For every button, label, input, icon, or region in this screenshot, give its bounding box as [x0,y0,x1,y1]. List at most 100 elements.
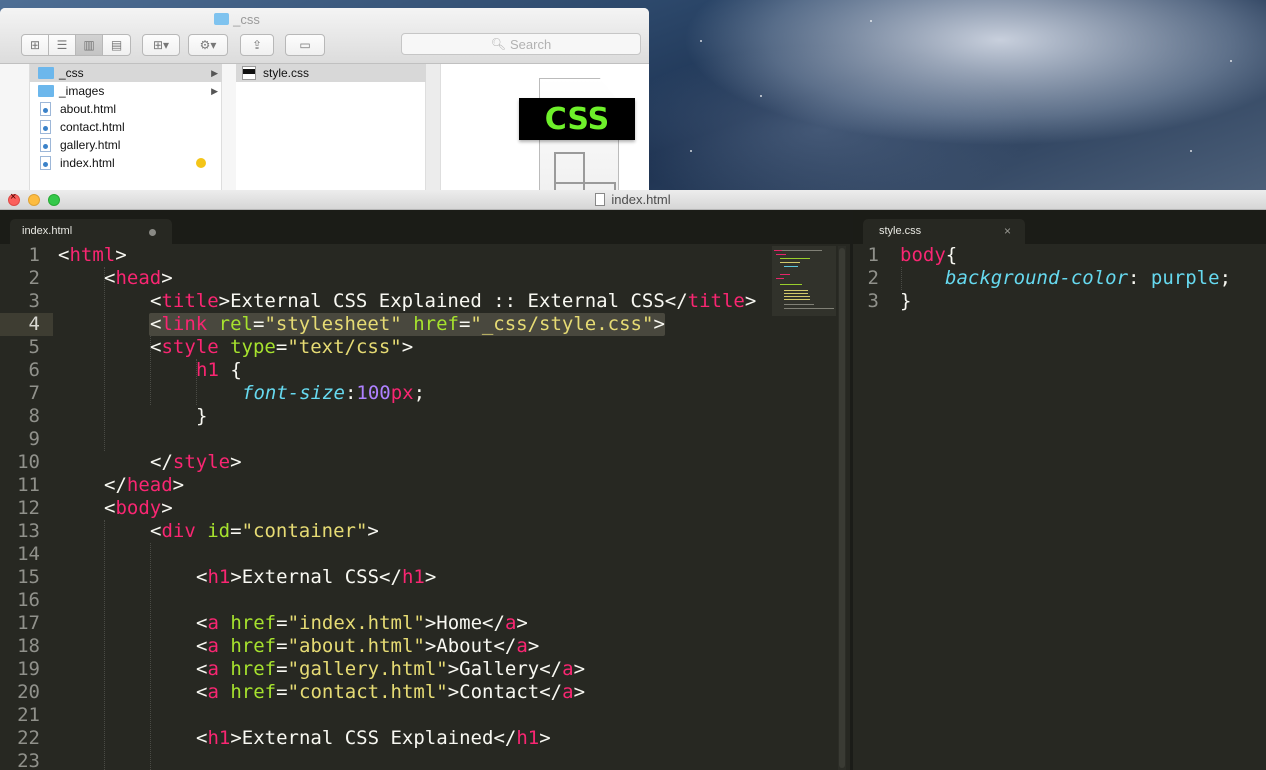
code-line-19: <a href="gallery.html">Gallery</a> [196,658,586,680]
finder-item-css-folder[interactable]: _css ▶ [30,64,222,82]
line-number: 8 [28,405,40,427]
search-placeholder: Search [510,36,552,52]
html-file-icon [40,156,51,170]
code-line-8: } [196,405,208,427]
line-number: 20 [17,681,40,703]
line-number: 23 [17,750,40,770]
action-button[interactable]: ⚙▾ [188,34,228,56]
code-line-15: <h1>External CSS</h1> [196,566,437,588]
tab-bar-left: index.html [0,210,850,245]
code-line-10: </style> [150,451,242,473]
line-number: 18 [17,635,40,657]
code-line-1: <html> [58,244,127,266]
tab-bar-right: style.css × [853,210,1266,245]
finder-item-index[interactable]: index.html [30,154,222,172]
line-number: 16 [17,589,40,611]
code-line-3: <title>External CSS Explained :: Externa… [150,290,757,312]
finder-toolbar: _css ⊞ ☰ ▥ ▤ ⊞▾ ⚙▾ ⇪ ▭ 🔍︎ Search [0,8,649,64]
arrange-button[interactable]: ⊞▾ [142,34,180,56]
editor-pane-style: style.css × 1 2 3 body{ background-color… [853,210,1266,770]
code-line-13: <div id="container"> [150,520,379,542]
search-icon: 🔍︎ [490,37,507,51]
line-number: 14 [17,543,40,565]
list-icon: ☰ [56,38,68,52]
icon-view-button[interactable]: ⊞ [21,34,49,56]
line-number: 11 [17,474,40,496]
finder-item-about[interactable]: about.html [30,100,222,118]
line-number: 15 [17,566,40,588]
line-number: 2 [867,267,879,289]
minimap[interactable] [772,246,836,316]
line-number: 7 [28,382,40,404]
code-line-17: <a href="index.html">Home</a> [196,612,528,634]
close-tab-icon[interactable]: × [1004,224,1011,238]
css-line-3: } [900,290,912,312]
line-number-current: 4 [28,313,40,335]
finder-column-2: style.css [236,64,426,190]
grid-icon: ⊞ [29,38,41,52]
code-line-4: <link rel="stylesheet" href="_css/style.… [150,313,665,335]
finder-window: _css ⊞ ☰ ▥ ▤ ⊞▾ ⚙▾ ⇪ ▭ 🔍︎ Search _css ▶ … [0,8,649,190]
tag-group: ▭ [285,34,325,56]
line-number: 1 [867,244,879,266]
css-file-icon [242,66,256,80]
chevron-right-icon: ▶ [211,67,218,78]
edit-tags-button[interactable]: ▭ [285,34,325,56]
gear-icon: ⚙▾ [199,38,217,52]
editor-pane-index: index.html 1 2 3 4 5 6 7 8 9 10 11 12 13… [0,210,850,770]
line-number: 5 [28,336,40,358]
finder-item-gallery[interactable]: gallery.html [30,136,222,154]
share-button[interactable]: ⇪ [240,34,274,56]
code-line-20: <a href="contact.html">Contact</a> [196,681,586,703]
editor-titlebar: index.html [0,190,1266,210]
folder-icon [38,67,54,79]
share-icon: ⇪ [251,38,263,52]
finder-item-style-css[interactable]: style.css [236,64,426,82]
html-file-icon [40,120,51,134]
search-field[interactable]: 🔍︎ Search [401,33,641,55]
finder-column-1: _css ▶ _images ▶ about.html contact.html… [30,64,222,190]
vertical-scrollbar[interactable] [838,246,846,770]
folder-icon [38,85,54,97]
html-file-icon [40,138,51,152]
line-number: 2 [28,267,40,289]
list-view-button[interactable]: ☰ [49,34,76,56]
line-number: 19 [17,658,40,680]
yellow-tag-dot [196,158,206,168]
line-number: 6 [28,359,40,381]
code-line-5: <style type="text/css"> [150,336,414,358]
finder-title: _css [0,12,474,27]
line-number: 21 [17,704,40,726]
cover-flow-icon: ▤ [110,38,123,52]
scrollbar-thumb[interactable] [839,248,845,768]
cover-flow-button[interactable]: ▤ [103,34,131,56]
line-number: 1 [28,244,40,266]
view-mode-segmented-control: ⊞ ☰ ▥ ▤ [21,34,131,56]
finder-item-images-folder[interactable]: _images ▶ [30,82,222,100]
line-number: 3 [867,290,879,312]
arrange-icon: ⊞▾ [152,38,170,52]
code-line-22: <h1>External CSS Explained</h1> [196,727,551,749]
finder-item-contact[interactable]: contact.html [30,118,222,136]
tab-style-css[interactable]: style.css × [863,219,1025,245]
html-file-icon [40,102,51,116]
folder-icon [214,13,230,25]
arrange-group: ⊞▾ [142,34,180,56]
line-number: 3 [28,290,40,312]
line-number: 12 [17,497,40,519]
unsaved-dot-icon[interactable] [149,229,156,236]
column-resize-handle[interactable] [222,64,236,190]
code-line-12: <body> [104,497,173,519]
tab-index-html[interactable]: index.html [10,219,172,245]
css-preview-label: CSS [519,98,635,140]
line-number: 22 [17,727,40,749]
css-line-1: body{ [900,244,958,266]
tag-icon: ▭ [299,38,311,52]
columns-icon: ▥ [83,38,95,52]
line-number: 17 [17,612,40,634]
code-line-7: font-size:100px; [242,382,426,404]
action-group: ⚙▾ [188,34,228,56]
column-view-button[interactable]: ▥ [76,34,103,56]
code-line-6: h1 { [196,359,242,381]
finder-sidebar-gutter [0,64,30,190]
